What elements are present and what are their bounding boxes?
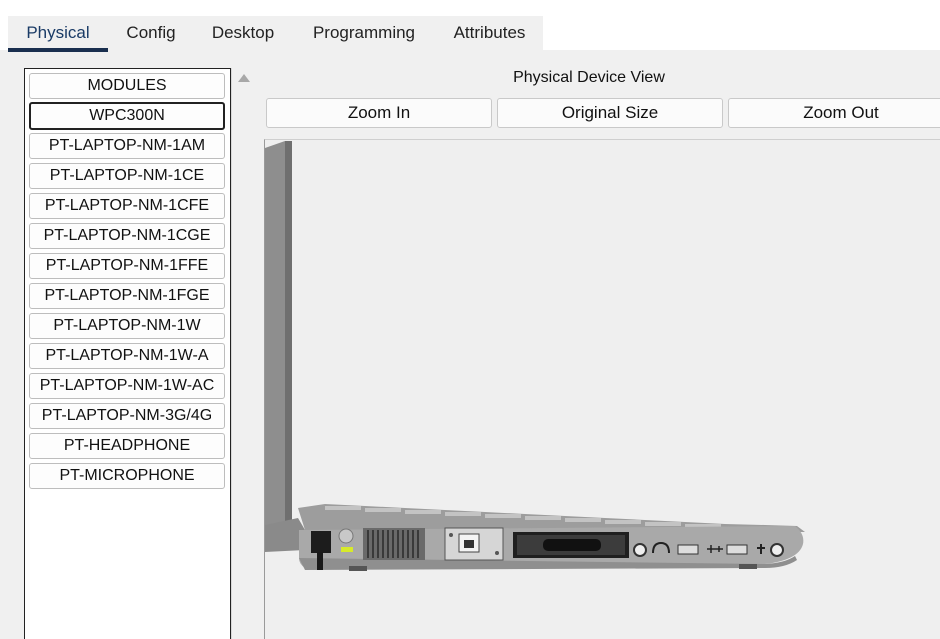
module-item-headphone[interactable]: PT-HEADPHONE — [29, 433, 225, 459]
module-item-nm-1am[interactable]: PT-LAPTOP-NM-1AM — [29, 133, 225, 159]
module-item-nm-1cge[interactable]: PT-LAPTOP-NM-1CGE — [29, 223, 225, 249]
module-item-microphone[interactable]: PT-MICROPHONE — [29, 463, 225, 489]
module-list-scrollbar[interactable] — [231, 68, 255, 639]
tab-desktop[interactable]: Desktop — [194, 16, 292, 50]
scroll-up-arrow-icon[interactable] — [238, 74, 250, 82]
module-item-nm-1w-a[interactable]: PT-LAPTOP-NM-1W-A — [29, 343, 225, 369]
module-item-nm-1cfe[interactable]: PT-LAPTOP-NM-1CFE — [29, 193, 225, 219]
tab-config[interactable]: Config — [108, 16, 194, 50]
tab-attributes[interactable]: Attributes — [436, 16, 543, 50]
module-item-nm-1fge[interactable]: PT-LAPTOP-NM-1FGE — [29, 283, 225, 309]
zoom-in-button[interactable]: Zoom In — [266, 98, 492, 128]
zoom-out-button[interactable]: Zoom Out — [728, 98, 940, 128]
modules-header-button[interactable]: MODULES — [29, 73, 225, 99]
module-item-nm-1w[interactable]: PT-LAPTOP-NM-1W — [29, 313, 225, 339]
tab-strip: Physical Config Desktop Programming Attr… — [8, 16, 543, 52]
tab-bar: Physical Config Desktop Programming Attr… — [0, 0, 940, 52]
original-size-button[interactable]: Original Size — [497, 98, 723, 128]
tab-physical[interactable]: Physical — [8, 16, 108, 52]
physical-device-canvas[interactable] — [264, 139, 940, 639]
physical-view-title: Physical Device View — [513, 69, 665, 86]
tab-programming[interactable]: Programming — [292, 16, 436, 50]
module-list: MODULES WPC300N PT-LAPTOP-NM-1AM PT-LAPT… — [24, 68, 231, 639]
module-item-nm-1w-ac[interactable]: PT-LAPTOP-NM-1W-AC — [29, 373, 225, 399]
module-item-nm-3g4g[interactable]: PT-LAPTOP-NM-3G/4G — [29, 403, 225, 429]
laptop-side-view — [265, 141, 805, 571]
module-item-nm-1ce[interactable]: PT-LAPTOP-NM-1CE — [29, 163, 225, 189]
module-item-wpc300n[interactable]: WPC300N — [29, 102, 225, 130]
module-item-nm-1ffe[interactable]: PT-LAPTOP-NM-1FFE — [29, 253, 225, 279]
